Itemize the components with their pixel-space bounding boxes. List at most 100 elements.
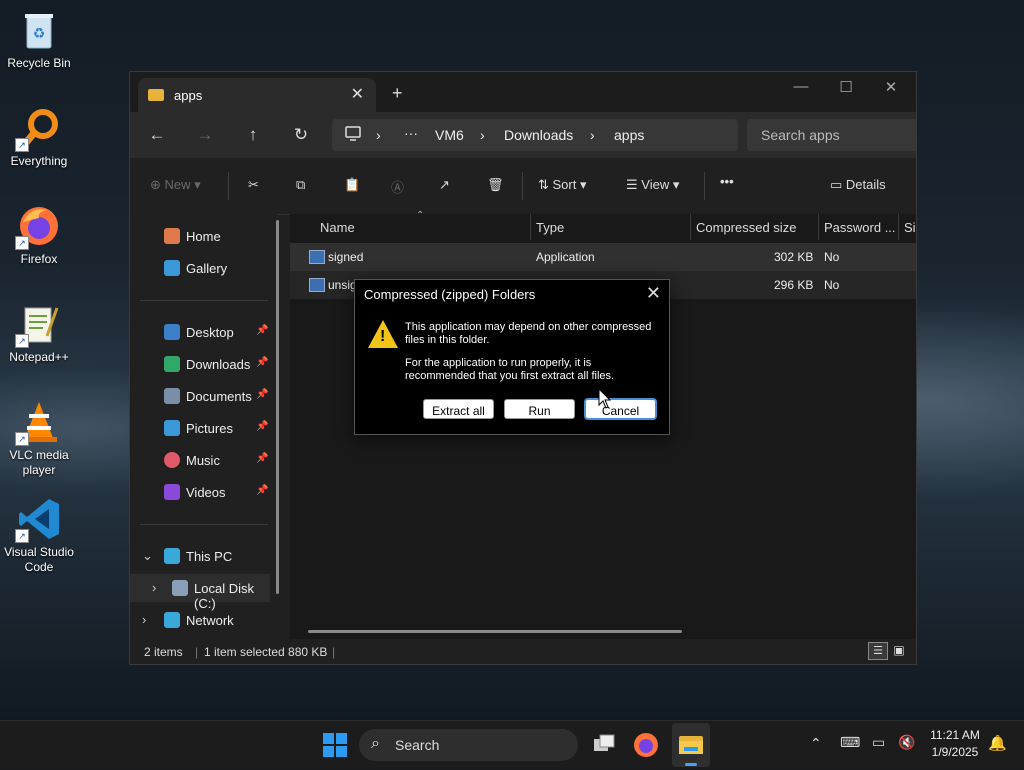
download-icon	[164, 356, 180, 372]
sort-button[interactable]: ⇅ Sort ▾	[538, 177, 587, 193]
table-row[interactable]: signed Application 302 KB No	[290, 243, 916, 271]
network-status-icon[interactable]: ▭	[872, 734, 885, 751]
breadcrumb-downloads[interactable]: Downloads	[504, 127, 573, 143]
desktop-icon-vlc[interactable]: ↗ VLC media player	[0, 400, 78, 478]
keyboard-icon[interactable]: ⌨	[840, 734, 860, 751]
nav-item-downloads[interactable]: Downloads 📌	[130, 350, 270, 378]
nav-label: Music	[186, 453, 220, 468]
file-type: Application	[536, 250, 595, 264]
column-divider[interactable]	[530, 214, 531, 240]
firefox-taskbar-icon[interactable]	[632, 731, 660, 759]
rename-icon[interactable]: Ⓐ	[391, 177, 404, 196]
nav-item-pictures[interactable]: Pictures 📌	[130, 414, 270, 442]
minimize-button[interactable]: —	[786, 78, 816, 95]
paste-icon[interactable]: 📋	[344, 177, 360, 193]
svg-text:♻: ♻	[33, 25, 46, 41]
more-locations-icon[interactable]: ···	[404, 125, 418, 141]
more-options-button[interactable]: •••	[720, 174, 734, 189]
chevron-up-icon[interactable]: ⌃	[810, 735, 822, 752]
task-view-icon[interactable]	[590, 731, 618, 759]
refresh-button[interactable]: ↻	[288, 122, 314, 148]
nav-item-gallery[interactable]: Gallery	[130, 254, 270, 282]
file-explorer-taskbar-icon[interactable]	[672, 723, 710, 767]
volume-muted-icon[interactable]: 🔇	[898, 734, 915, 751]
column-header-password[interactable]: Password ...	[824, 220, 896, 235]
extract-all-button[interactable]: Extract all	[423, 399, 494, 419]
search-icon: ⌕	[371, 735, 380, 752]
home-icon	[164, 228, 180, 244]
chevron-down-icon[interactable]: ⌄	[142, 548, 153, 564]
column-header-name[interactable]: Name	[320, 220, 355, 235]
search-input[interactable]: Search apps	[761, 127, 840, 143]
forward-button[interactable]: →	[192, 122, 218, 148]
details-view-icon[interactable]: ☰	[868, 642, 888, 660]
view-button[interactable]: ☰ View ▾	[626, 177, 679, 193]
search-box[interactable]: Search apps	[747, 119, 916, 151]
nav-item-this-pc[interactable]: ⌄ This PC	[130, 542, 270, 570]
nav-item-local-disk[interactable]: › Local Disk (C:)	[130, 574, 270, 611]
nav-item-videos[interactable]: Videos 📌	[130, 478, 270, 506]
chevron-right-icon: ›	[480, 127, 485, 143]
taskbar-search[interactable]: ⌕ Search	[359, 729, 578, 761]
tab-apps[interactable]: apps ✕	[138, 78, 376, 112]
nav-item-documents[interactable]: Documents 📌	[130, 382, 270, 410]
copy-icon[interactable]: ⧉	[296, 177, 305, 193]
vscode-icon: ↗	[15, 497, 61, 543]
delete-icon[interactable]: 🗑	[487, 177, 504, 193]
desktop-icon-everything[interactable]: ↗ Everything	[0, 106, 78, 169]
new-tab-button[interactable]: +	[392, 83, 403, 104]
desktop-icon-label: Notepad++	[9, 350, 69, 364]
clock-date[interactable]: 1/9/2025	[926, 745, 984, 759]
clock-time[interactable]: 11:21 AM	[926, 728, 984, 742]
cancel-button[interactable]: Cancel	[585, 399, 656, 419]
back-button[interactable]: ←	[144, 122, 170, 148]
desktop-icon-recycle-bin[interactable]: ♻ Recycle Bin	[0, 8, 78, 71]
close-tab-icon[interactable]: ✕	[351, 84, 364, 104]
up-button[interactable]: ↑	[240, 122, 266, 148]
share-icon[interactable]: ↗	[439, 177, 450, 193]
start-button[interactable]	[321, 731, 349, 759]
dialog-close-button[interactable]: ✕	[646, 283, 661, 304]
horizontal-scrollbar[interactable]	[308, 630, 682, 633]
column-divider[interactable]	[690, 214, 691, 240]
desktop-icon-vscode[interactable]: ↗ Visual Studio Code	[0, 497, 78, 575]
chevron-right-icon[interactable]: ›	[152, 580, 156, 595]
dialog-title: Compressed (zipped) Folders	[364, 287, 536, 302]
desktop-icon-label: Recycle Bin	[7, 56, 71, 70]
nav-item-home[interactable]: Home	[130, 222, 270, 250]
shortcut-arrow-icon: ↗	[15, 334, 29, 348]
column-header-size[interactable]: Si	[904, 220, 916, 235]
address-bar[interactable]: › ··· VM6 › Downloads › apps	[332, 119, 738, 151]
nav-scrollbar[interactable]	[276, 220, 279, 594]
title-bar: apps ✕ + — ☐ ✕	[130, 72, 916, 112]
column-header-compressed-size[interactable]: Compressed size	[696, 220, 796, 235]
run-button[interactable]: Run	[504, 399, 575, 419]
breadcrumb-apps[interactable]: apps	[614, 127, 644, 143]
chevron-right-icon[interactable]: ›	[142, 612, 146, 627]
nav-item-music[interactable]: Music 📌	[130, 446, 270, 474]
command-bar: ⊕ New ▾ ✂ ⧉ 📋 Ⓐ ↗ 🗑 ⇅ Sort ▾ ☰ View ▾ ••…	[130, 158, 916, 215]
column-divider[interactable]	[898, 214, 899, 240]
chevron-right-icon: ›	[590, 127, 595, 143]
nav-item-desktop[interactable]: Desktop 📌	[130, 318, 270, 346]
new-button[interactable]: ⊕ New ▾	[150, 177, 201, 193]
pin-icon: 📌	[256, 421, 269, 432]
details-pane-button[interactable]: ▭ Details	[830, 177, 886, 193]
desktop-icon-label: Firefox	[20, 252, 58, 266]
desktop-icon-firefox[interactable]: ↗ Firefox	[0, 204, 78, 267]
tiles-view-icon[interactable]: ▣	[890, 642, 908, 658]
navigation-bar: ← → ↑ ↻ › ··· VM6 › Downloads › apps Sea…	[130, 112, 916, 158]
column-divider[interactable]	[818, 214, 819, 240]
pin-icon: 📌	[256, 453, 269, 464]
column-header-type[interactable]: Type	[536, 220, 564, 235]
breadcrumb-vm6[interactable]: VM6	[435, 127, 464, 143]
nav-item-network[interactable]: › Network	[130, 606, 270, 634]
notification-bell-icon[interactable]: 🔔	[988, 734, 1007, 752]
sort-label: Sort	[552, 177, 577, 192]
cut-icon[interactable]: ✂	[248, 177, 259, 193]
close-window-button[interactable]: ✕	[876, 78, 906, 96]
nav-label: Downloads	[186, 357, 251, 372]
maximize-button[interactable]: ☐	[831, 78, 861, 96]
chevron-right-icon: ›	[376, 127, 381, 143]
desktop-icon-notepadpp[interactable]: ↗ Notepad++	[0, 302, 78, 365]
